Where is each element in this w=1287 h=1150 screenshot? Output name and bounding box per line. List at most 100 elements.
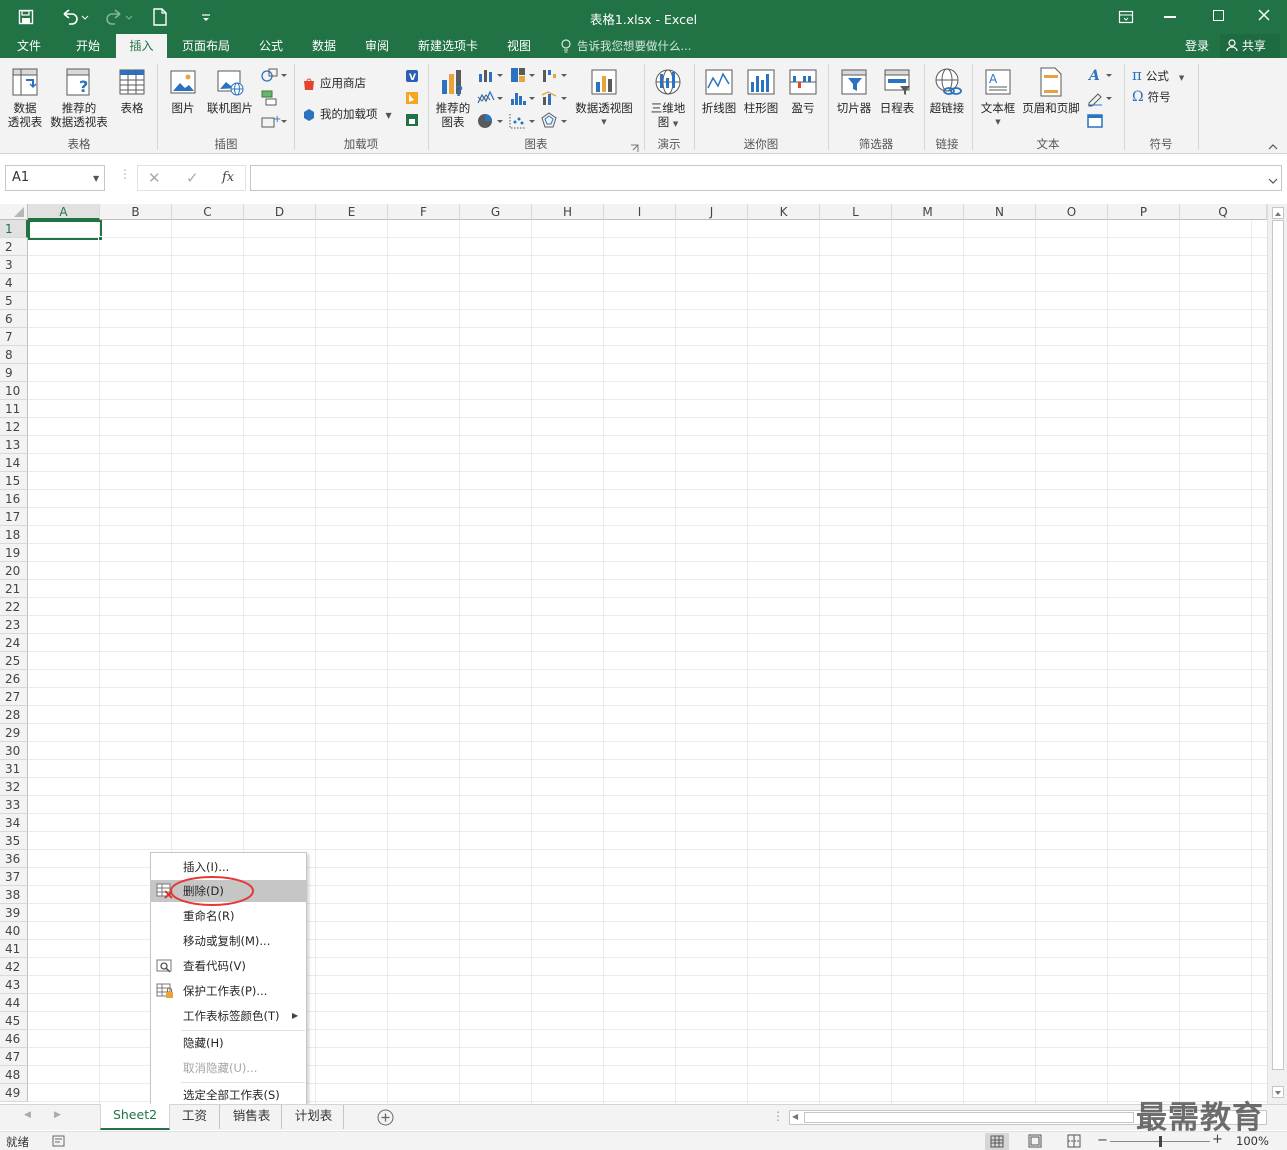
people-graph-icon[interactable] [404,112,420,128]
menu-item-view-code[interactable]: 查看代码(V) [151,955,306,977]
column-header[interactable]: K [748,204,820,220]
scroll-left-icon[interactable]: ◀ [792,1112,798,1121]
row-header[interactable]: 46 [0,1030,28,1048]
tab-page-layout[interactable]: 页面布局 [170,34,242,58]
row-header[interactable]: 30 [0,742,28,760]
row-header[interactable]: 43 [0,976,28,994]
row-header[interactable]: 34 [0,814,28,832]
pie-chart-icon[interactable] [476,112,506,130]
3d-map-button[interactable]: 三维地 图 ▼ [648,66,688,131]
row-header[interactable]: 27 [0,688,28,706]
row-header[interactable]: 26 [0,670,28,688]
column-header[interactable]: J [676,204,748,220]
row-header[interactable]: 36 [0,850,28,868]
row-header[interactable]: 39 [0,904,28,922]
normal-view-icon[interactable] [985,1133,1009,1150]
row-header[interactable]: 29 [0,724,28,742]
row-header[interactable]: 24 [0,634,28,652]
row-header[interactable]: 17 [0,508,28,526]
tab-view[interactable]: 视图 [494,34,544,58]
store-button[interactable]: 应用商店 [302,74,366,92]
menu-item-tab-color[interactable]: 工作表标签颜色(T) ▶ [151,1005,306,1027]
visio-icon[interactable]: V [404,68,420,84]
add-sheet-icon[interactable] [377,1109,394,1126]
row-header[interactable]: 6 [0,310,28,328]
column-header[interactable]: G [460,204,532,220]
row-header[interactable]: 31 [0,760,28,778]
share-button[interactable]: 共享 [1220,34,1280,58]
recommended-charts-button[interactable]: ? 推荐的 图表 [432,66,474,129]
row-header[interactable]: 13 [0,436,28,454]
column-header[interactable]: N [964,204,1036,220]
shapes-icon[interactable] [260,66,288,84]
row-header[interactable]: 2 [0,238,28,256]
collapse-ribbon-icon[interactable] [1268,140,1278,150]
scroll-up-icon[interactable] [1272,207,1284,219]
row-header[interactable]: 22 [0,598,28,616]
column-header[interactable]: F [388,204,460,220]
maximize-icon[interactable] [1213,10,1224,21]
column-header[interactable]: H [532,204,604,220]
row-header[interactable]: 42 [0,958,28,976]
sheet-tab-sheet2[interactable]: Sheet2 [100,1104,170,1130]
radar-chart-icon[interactable] [540,112,570,130]
scroll-thumb[interactable] [1272,220,1284,1070]
row-header[interactable]: 35 [0,832,28,850]
menu-item-select-all-sheets[interactable]: 选定全部工作表(S) [151,1084,306,1106]
row-header[interactable]: 7 [0,328,28,346]
row-header[interactable]: 48 [0,1066,28,1084]
menu-item-move-copy[interactable]: 移动或复制(M)... [151,930,306,952]
page-layout-view-icon[interactable] [1027,1134,1043,1149]
menu-item-protect-sheet[interactable]: 保护工作表(P)... [151,980,306,1002]
cancel-icon[interactable]: ✕ [148,169,161,187]
column-header[interactable]: L [820,204,892,220]
tab-home[interactable]: 开始 [60,34,116,58]
menu-item-hide[interactable]: 隐藏(H) [151,1032,306,1054]
tab-split-handle-icon[interactable]: ⋮ [772,1109,784,1123]
column-chart-icon[interactable] [476,66,506,84]
sheet-tab-sales[interactable]: 销售表 [222,1105,282,1129]
row-header[interactable]: 49 [0,1084,28,1102]
sparkline-winloss-button[interactable]: 盈亏 [784,66,822,115]
row-header[interactable]: 3 [0,256,28,274]
row-header[interactable]: 19 [0,544,28,562]
select-all-corner[interactable] [0,204,28,220]
tab-new-tab[interactable]: 新建选项卡 [404,34,492,58]
row-header[interactable]: 28 [0,706,28,724]
ribbon-display-icon[interactable] [1118,10,1134,24]
menu-item-rename[interactable]: 重命名(R) [151,905,306,927]
zoom-slider-thumb[interactable] [1158,1136,1162,1147]
zoom-out-icon[interactable]: − [1097,1133,1108,1148]
formula-input[interactable] [250,165,1282,191]
row-header[interactable]: 4 [0,274,28,292]
picture-button[interactable]: 图片 [164,66,202,115]
column-header[interactable]: I [604,204,676,220]
row-header[interactable]: 16 [0,490,28,508]
line-chart-icon[interactable] [476,89,506,107]
sparkline-line-button[interactable]: 折线图 [698,66,740,115]
active-cell[interactable] [28,220,102,240]
tab-scroll-right-icon[interactable]: ▶ [54,1110,61,1120]
name-box[interactable]: A1 ▼ [5,165,105,191]
pivot-table-button[interactable]: 数据 透视表 [4,66,46,129]
row-header[interactable]: 14 [0,454,28,472]
my-addins-button[interactable]: 我的加载项 ▼ [302,105,392,123]
combo-chart-icon[interactable] [540,89,570,107]
row-header[interactable]: 32 [0,778,28,796]
signin-link[interactable]: 登录 [1180,34,1214,58]
screenshot-icon[interactable]: + [260,112,288,130]
insert-function-icon[interactable]: fx [222,170,234,185]
scatter-chart-icon[interactable] [508,112,538,130]
minimize-icon[interactable] [1164,16,1176,18]
column-header[interactable]: Q [1180,204,1267,220]
tab-review[interactable]: 审阅 [352,34,402,58]
vertical-scrollbar[interactable] [1267,204,1287,1104]
zoom-slider[interactable] [1110,1136,1210,1147]
sheet-tab-salary[interactable]: 工资 [170,1105,220,1129]
timeline-button[interactable]: 日程表 [876,66,918,115]
wordart-icon[interactable]: A [1086,66,1116,84]
sparkline-column-button[interactable]: 柱形图 [741,66,781,115]
row-header[interactable]: 40 [0,922,28,940]
column-header[interactable]: C [172,204,244,220]
tab-file[interactable]: 文件 [0,34,58,58]
